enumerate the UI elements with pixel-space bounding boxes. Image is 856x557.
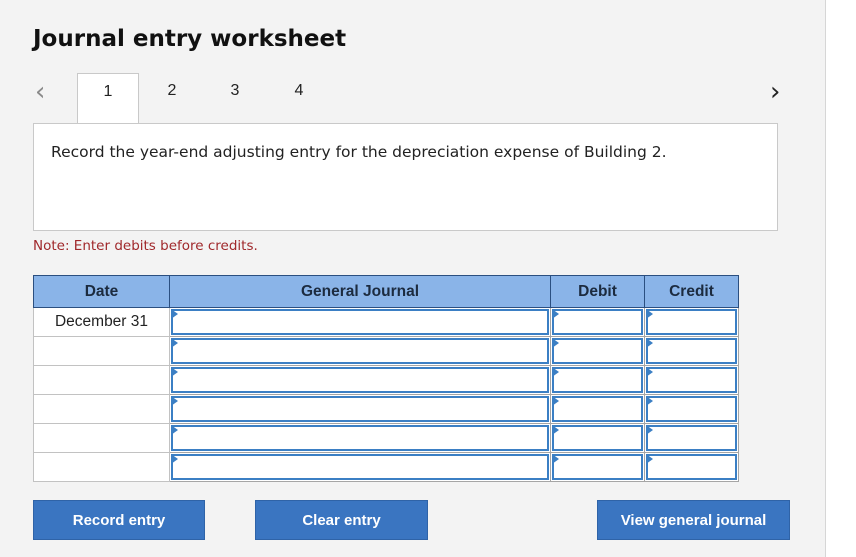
debit-cell: [550, 394, 645, 424]
credit-input[interactable]: [646, 425, 737, 451]
debit-input[interactable]: [552, 367, 643, 393]
date-cell: [33, 394, 170, 424]
date-cell: [33, 365, 170, 395]
worksheet-panel: Journal entry worksheet ‹ 1 2 3 4 › Reco…: [0, 0, 826, 557]
debit-input[interactable]: [552, 454, 643, 480]
account-input[interactable]: [171, 396, 549, 422]
header-credit: Credit: [644, 275, 739, 308]
account-cell: [169, 423, 551, 453]
table-row: [33, 394, 739, 424]
account-input[interactable]: [171, 309, 549, 335]
credit-input[interactable]: [646, 396, 737, 422]
table-header-row: Date General Journal Debit Credit: [33, 275, 739, 308]
account-cell: [169, 394, 551, 424]
date-cell: December 31: [33, 307, 170, 337]
debit-input[interactable]: [552, 338, 643, 364]
header-general-journal: General Journal: [169, 275, 551, 308]
credit-cell: [644, 336, 739, 366]
debit-input[interactable]: [552, 309, 643, 335]
question-text: Record the year-end adjusting entry for …: [51, 143, 667, 161]
table-row: [33, 336, 739, 366]
note-text: Note: Enter debits before credits.: [33, 238, 258, 254]
account-input[interactable]: [171, 454, 549, 480]
debit-input[interactable]: [552, 396, 643, 422]
debit-input[interactable]: [552, 425, 643, 451]
tab-2[interactable]: 2: [157, 82, 187, 100]
account-cell: [169, 336, 551, 366]
tab-1[interactable]: 1: [77, 73, 139, 125]
account-cell: [169, 452, 551, 482]
credit-cell: [644, 365, 739, 395]
debit-cell: [550, 307, 645, 337]
record-entry-button[interactable]: Record entry: [33, 500, 205, 540]
credit-input[interactable]: [646, 454, 737, 480]
table-row: December 31: [33, 307, 739, 337]
credit-cell: [644, 307, 739, 337]
debit-cell: [550, 365, 645, 395]
debit-cell: [550, 423, 645, 453]
date-cell: [33, 423, 170, 453]
view-general-journal-button[interactable]: View general journal: [597, 500, 790, 540]
page-title: Journal entry worksheet: [33, 26, 347, 52]
date-cell: [33, 336, 170, 366]
header-date: Date: [33, 275, 170, 308]
tab-3[interactable]: 3: [220, 82, 250, 100]
account-cell: [169, 307, 551, 337]
credit-cell: [644, 452, 739, 482]
account-cell: [169, 365, 551, 395]
credit-cell: [644, 394, 739, 424]
date-cell: [33, 452, 170, 482]
debit-cell: [550, 452, 645, 482]
table-row: [33, 452, 739, 482]
question-box: Record the year-end adjusting entry for …: [33, 123, 778, 231]
credit-input[interactable]: [646, 309, 737, 335]
credit-input[interactable]: [646, 338, 737, 364]
chevron-right-icon[interactable]: ›: [770, 78, 780, 106]
tab-4[interactable]: 4: [284, 82, 314, 100]
tab-label: 1: [103, 83, 113, 100]
table-row: [33, 423, 739, 453]
table-row: [33, 365, 739, 395]
account-input[interactable]: [171, 367, 549, 393]
account-input[interactable]: [171, 338, 549, 364]
credit-input[interactable]: [646, 367, 737, 393]
account-input[interactable]: [171, 425, 549, 451]
header-debit: Debit: [550, 275, 645, 308]
chevron-left-icon[interactable]: ‹: [35, 78, 45, 106]
debit-cell: [550, 336, 645, 366]
clear-entry-button[interactable]: Clear entry: [255, 500, 428, 540]
credit-cell: [644, 423, 739, 453]
journal-table: Date General Journal Debit Credit Decemb…: [33, 275, 739, 482]
